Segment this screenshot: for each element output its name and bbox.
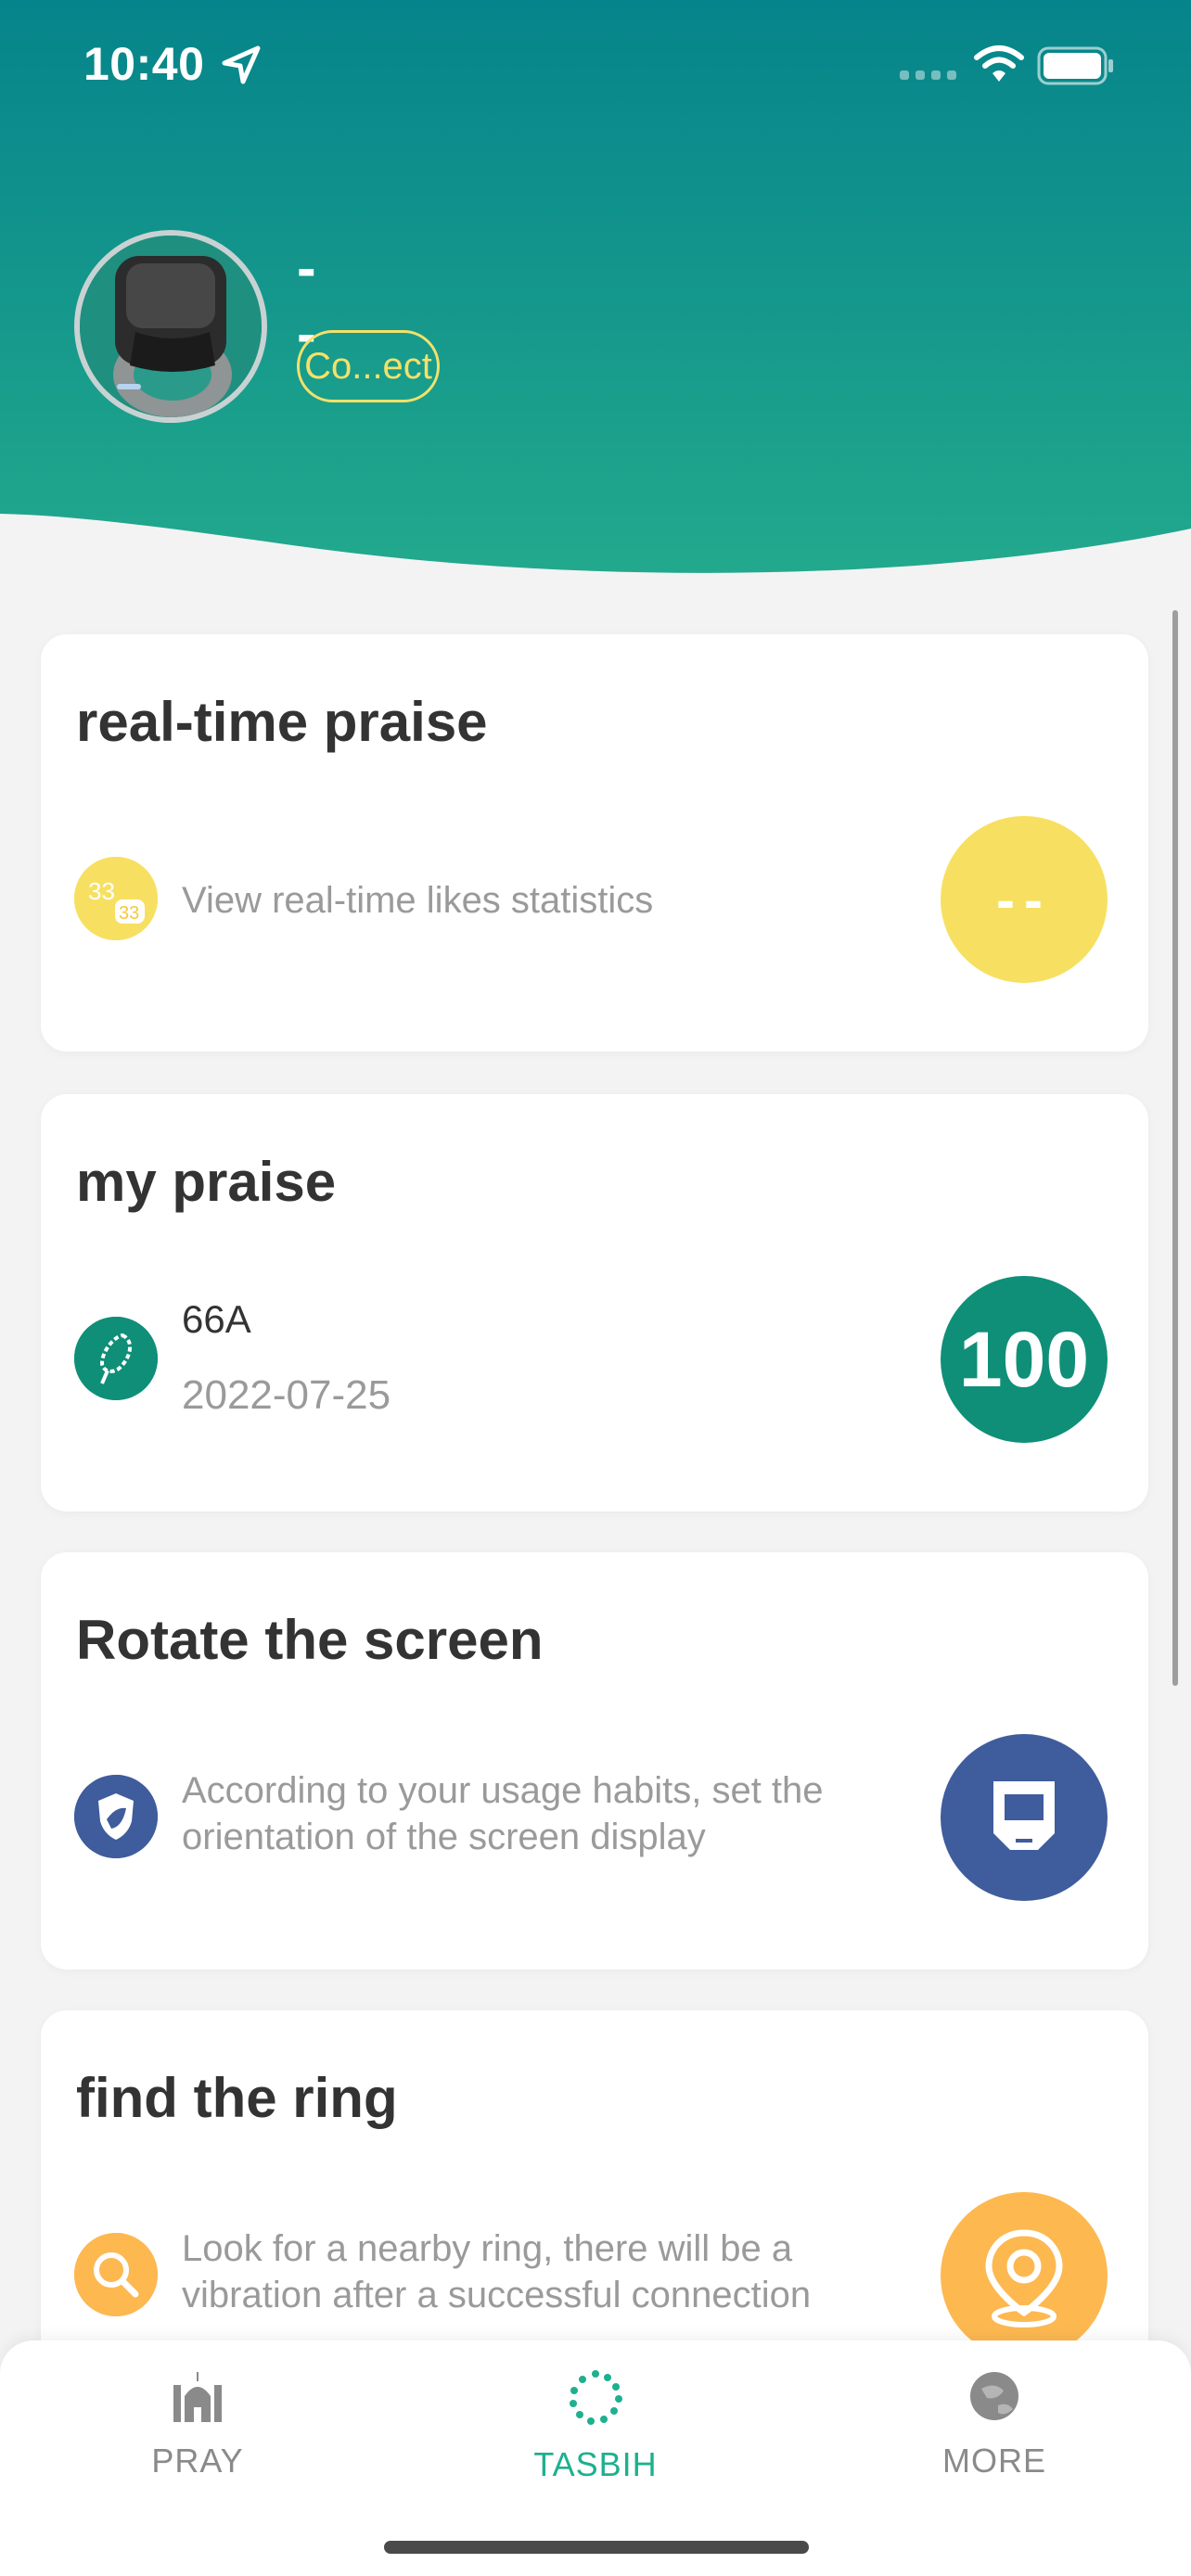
card-title: real-time praise xyxy=(76,691,488,753)
svg-text:33: 33 xyxy=(119,903,139,924)
card-real-time-praise[interactable]: real-time praise 33 33 View real-time li… xyxy=(41,634,1148,1052)
tab-label: MORE xyxy=(942,2442,1046,2480)
location-pin-icon xyxy=(941,2192,1108,2359)
card-title: my praise xyxy=(76,1151,337,1213)
tab-label: TASBIH xyxy=(533,2445,658,2483)
tab-more[interactable]: MORE xyxy=(883,2368,1106,2480)
praise-item-name: 66A xyxy=(182,1297,251,1341)
my-praise-count-badge: 100 xyxy=(941,1276,1108,1443)
praise-date: 2022-07-25 xyxy=(182,1372,391,1418)
scrollbar[interactable] xyxy=(1172,610,1178,1686)
svg-text:33: 33 xyxy=(88,877,115,905)
realtime-count-badge: -- xyxy=(941,816,1108,983)
main-content: real-time praise 33 33 View real-time li… xyxy=(0,0,1191,2576)
tab-label: PRAY xyxy=(151,2442,244,2480)
search-icon xyxy=(74,2233,158,2316)
card-title: Rotate the screen xyxy=(76,1609,544,1671)
tab-pray[interactable]: PRAY xyxy=(86,2368,309,2480)
card-my-praise[interactable]: my praise 66A 2022-07-25 100 xyxy=(41,1094,1148,1511)
card-rotate-screen[interactable]: Rotate the screen According to your usag… xyxy=(41,1552,1148,1970)
counter-33-icon: 33 33 xyxy=(74,857,158,940)
card-description-line2: vibration after a successful connection xyxy=(182,2275,812,2315)
card-title: find the ring xyxy=(76,2067,398,2129)
card-description-line2: orientation of the screen display xyxy=(182,1817,706,1857)
mosque-icon xyxy=(168,2372,227,2428)
card-description-line1: According to your usage habits, set the xyxy=(182,1770,824,1811)
card-description-line1: Look for a nearby ring, there will be a xyxy=(182,2228,793,2269)
tasbih-beads-icon xyxy=(566,2370,625,2431)
globe-icon xyxy=(967,2372,1022,2428)
card-description: View real-time likes statistics xyxy=(182,880,654,921)
shield-icon xyxy=(74,1775,158,1858)
prayer-beads-icon xyxy=(74,1317,158,1400)
rotate-screen-icon xyxy=(941,1734,1108,1901)
tab-tasbih[interactable]: TASBIH xyxy=(484,2368,707,2484)
home-indicator[interactable] xyxy=(384,2541,809,2554)
